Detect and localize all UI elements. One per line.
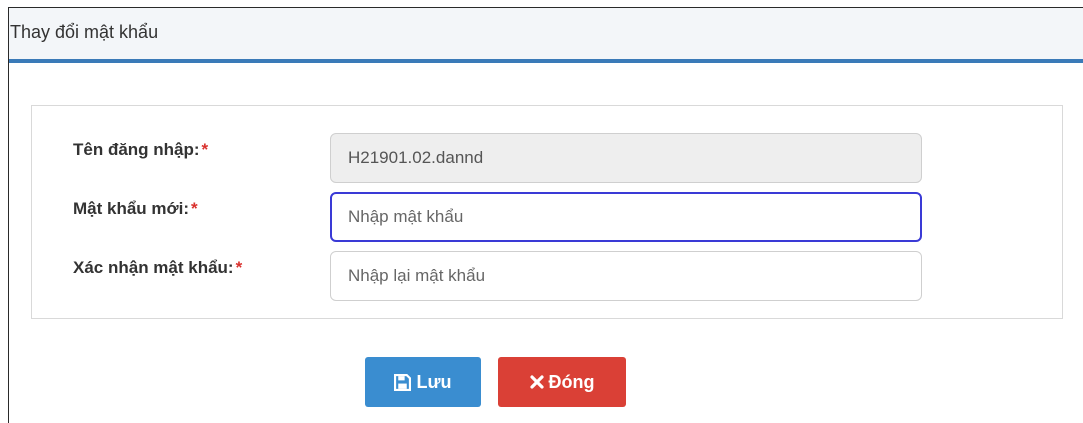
dialog-header: Thay đổi mật khẩu <box>9 8 1083 63</box>
save-button-label: Lưu <box>416 371 452 392</box>
username-label-text: Tên đăng nhập: <box>73 140 200 159</box>
new-password-label-text: Mật khẩu mới: <box>73 199 189 218</box>
new-password-label: Mật khẩu mới: * <box>73 199 198 219</box>
username-field[interactable] <box>330 133 922 183</box>
confirm-password-label-text: Xác nhận mật khẩu: <box>73 258 234 277</box>
required-mark: * <box>191 199 198 218</box>
new-password-field[interactable] <box>330 192 922 242</box>
close-button[interactable]: Đóng <box>498 357 626 407</box>
close-button-label: Đóng <box>548 371 595 392</box>
required-mark: * <box>235 258 243 277</box>
close-x-icon <box>529 375 544 389</box>
required-mark: * <box>201 140 209 159</box>
save-button[interactable]: Lưu <box>365 357 481 407</box>
change-password-form-panel: Tên đăng nhập:* Mật khẩu mới:* Xác nhận … <box>31 105 1063 319</box>
username-label: Tên đăng nhập: * <box>73 140 208 160</box>
confirm-password-field[interactable] <box>330 251 922 301</box>
dialog-title: Thay đổi mật khẩu <box>10 22 159 42</box>
floppy-disk-icon <box>394 373 412 391</box>
confirm-password-label: Xác nhận mật khẩu: * <box>73 258 242 278</box>
